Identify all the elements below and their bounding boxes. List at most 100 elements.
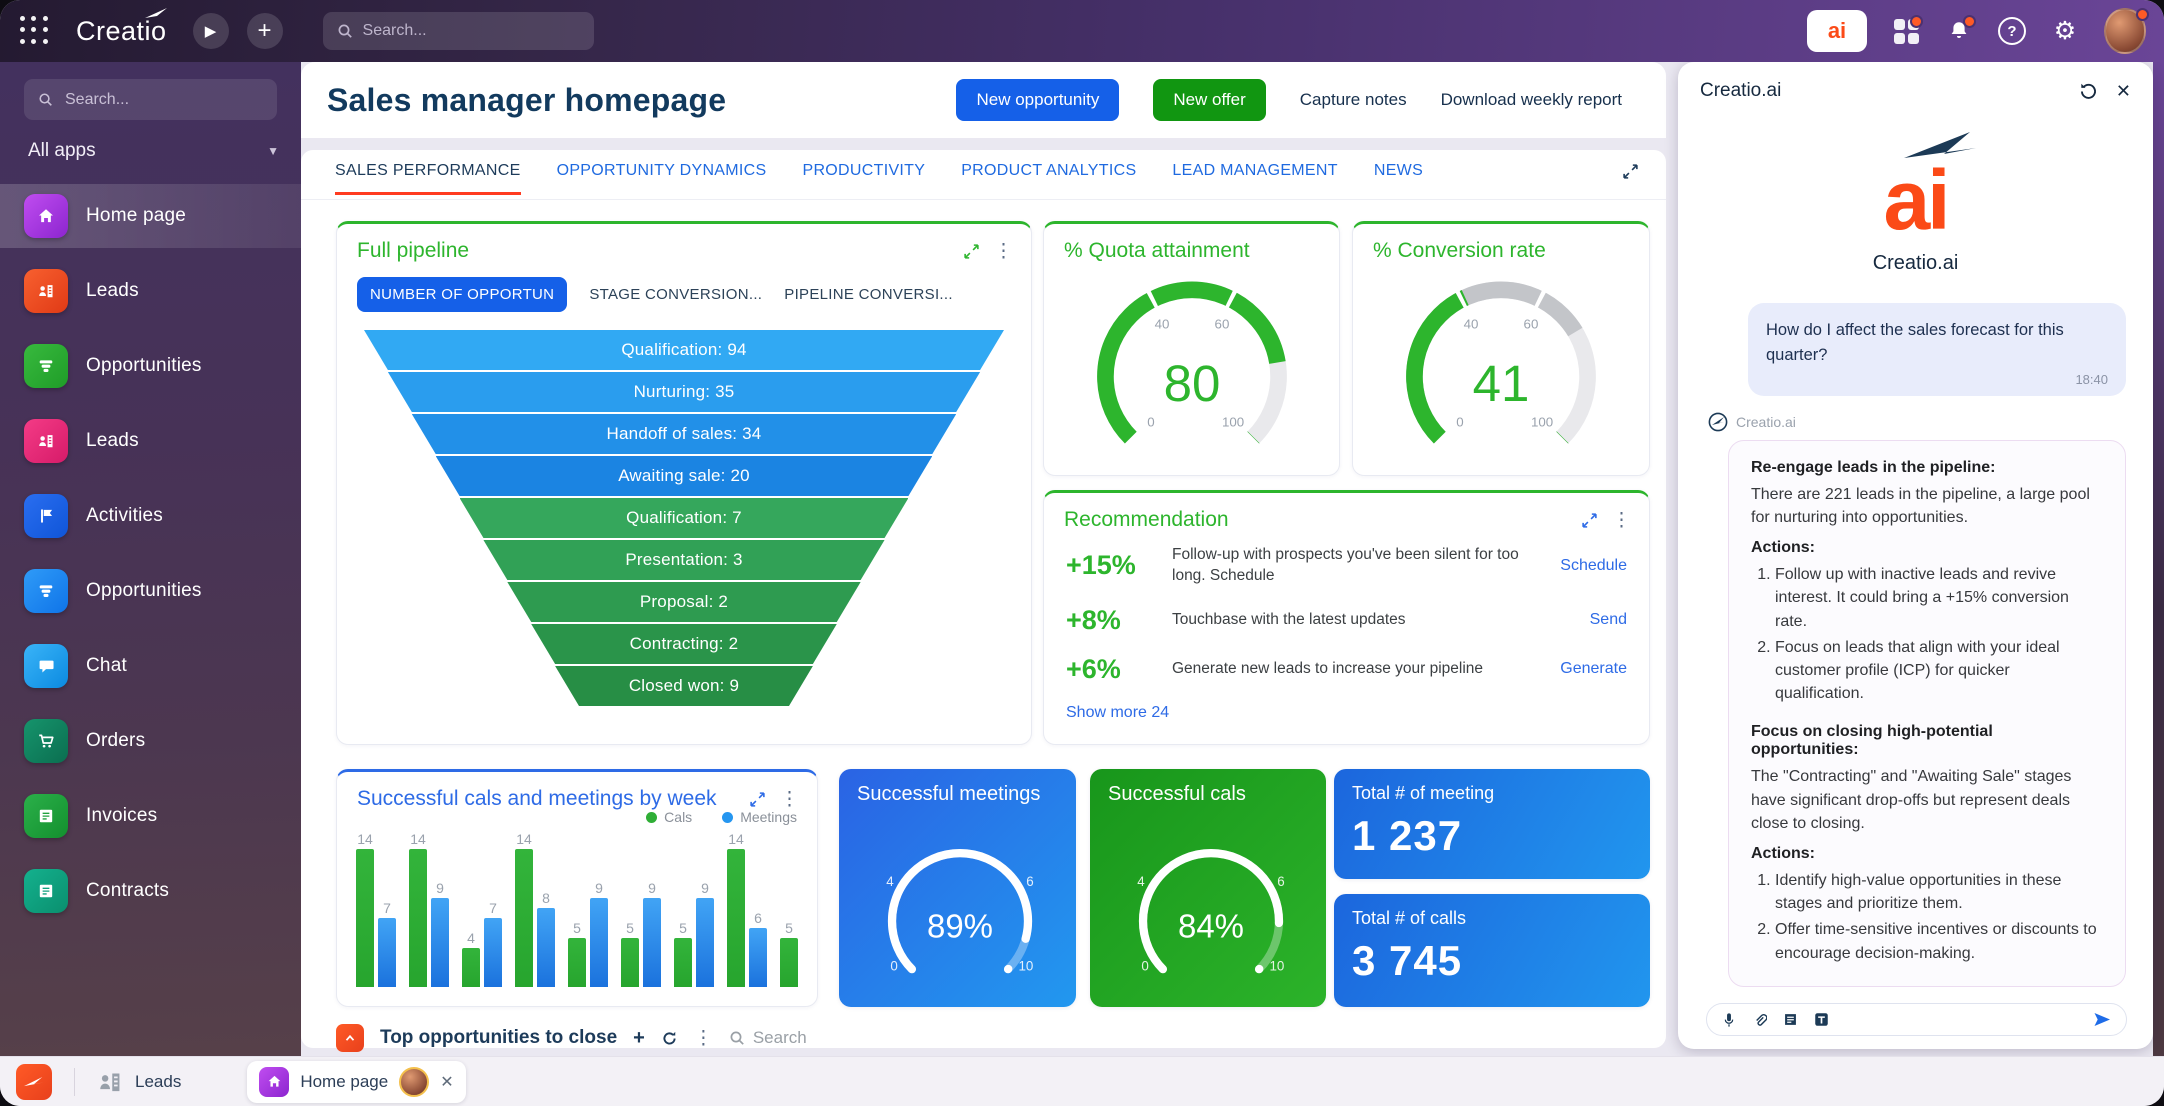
bottom-taskbar: Leads Home page ✕: [0, 1056, 2164, 1106]
close-tab-icon[interactable]: ✕: [440, 1072, 453, 1092]
pipeline-tab-number-of-opportunities[interactable]: NUMBER OF OPPORTUN: [357, 277, 567, 312]
pipeline-tab-pipeline-conversion[interactable]: PIPELINE CONVERSI...: [784, 286, 953, 303]
home-icon: [259, 1067, 289, 1097]
show-more-link[interactable]: Show more 24: [1066, 704, 1169, 721]
notifications-bell-icon[interactable]: [1945, 17, 1973, 45]
bar: [780, 938, 798, 987]
dashboard-tabs: SALES PERFORMANCE OPPORTUNITY DYNAMICS P…: [335, 162, 1423, 195]
response-list-item: Focus on leads that align with your idea…: [1775, 636, 2103, 706]
tab-productivity[interactable]: PRODUCTIVITY: [802, 162, 925, 195]
ai-message-input[interactable]: [1706, 1003, 2127, 1036]
sidebar-item-contracts[interactable]: Contracts: [0, 859, 301, 923]
run-process-button[interactable]: ▶: [193, 13, 229, 49]
sidebar-search-input[interactable]: Search...: [24, 79, 277, 120]
sidebar-item-label: Chat: [86, 655, 127, 677]
sidebar-item-orders[interactable]: Orders: [0, 709, 301, 773]
creatio-taskbar-logo[interactable]: [16, 1064, 52, 1100]
template-icon[interactable]: [1783, 1012, 1798, 1027]
taskbar-divider: [74, 1068, 75, 1096]
all-apps-selector[interactable]: All apps ▼: [28, 140, 279, 162]
sidebar-item-leads-2[interactable]: Leads: [0, 409, 301, 473]
download-weekly-report-button[interactable]: Download weekly report: [1441, 90, 1622, 110]
chat-bubble-icon: [24, 644, 68, 688]
bars-plot: 147149471485959591465: [353, 829, 801, 987]
sidebar-item-home-page[interactable]: Home page: [0, 184, 301, 248]
taskbar-tab-home-page[interactable]: Home page ✕: [247, 1061, 465, 1103]
marketplace-apps-icon[interactable]: [1892, 17, 1920, 45]
taskbar-tab-leads[interactable]: Leads: [97, 1069, 181, 1095]
bar: [696, 898, 714, 987]
bar: [727, 849, 745, 987]
invoice-icon: [24, 794, 68, 838]
recommendation-text: Generate new leads to increase your pipe…: [1172, 659, 1546, 680]
user-avatar[interactable]: [2104, 10, 2146, 52]
tab-opportunity-dynamics[interactable]: OPPORTUNITY DYNAMICS: [557, 162, 767, 195]
bar: [378, 918, 396, 987]
meetings-gauge: 4 6 0 10 89%: [857, 814, 1063, 985]
schedule-link[interactable]: Schedule: [1560, 557, 1627, 575]
full-pipeline-widget: Full pipeline ⋮ NUMBER OF OPPORTUN STAGE…: [336, 221, 1032, 745]
svg-text:0: 0: [890, 959, 897, 974]
help-icon[interactable]: ?: [1998, 17, 2026, 45]
expand-widget-icon[interactable]: [749, 791, 766, 808]
close-icon[interactable]: ✕: [2116, 81, 2131, 102]
svg-text:80: 80: [1163, 355, 1220, 412]
widget-menu-icon[interactable]: ⋮: [780, 790, 799, 809]
sidebar-item-opportunities[interactable]: Opportunities: [0, 334, 301, 398]
bar: [674, 938, 692, 987]
attachment-icon[interactable]: [1752, 1012, 1767, 1027]
new-offer-button[interactable]: New offer: [1153, 79, 1265, 121]
window-edge: [2153, 62, 2164, 1056]
send-link[interactable]: Send: [1590, 611, 1627, 629]
tab-sales-performance[interactable]: SALES PERFORMANCE: [335, 162, 521, 195]
expand-dashboard-icon[interactable]: [1622, 163, 1639, 185]
widget-menu-icon[interactable]: ⋮: [1612, 511, 1631, 530]
send-icon[interactable]: [2093, 1012, 2111, 1027]
app-launcher-icon[interactable]: [20, 16, 50, 46]
funnel-stage: Closed won: 9: [555, 666, 813, 706]
opportunities-search-input[interactable]: Search: [729, 1028, 807, 1048]
svg-text:0: 0: [1147, 414, 1154, 429]
expand-widget-icon[interactable]: [963, 243, 980, 260]
sidebar-item-activities[interactable]: Activities: [0, 484, 301, 548]
sidebar-item-invoices[interactable]: Invoices: [0, 784, 301, 848]
generate-link[interactable]: Generate: [1560, 660, 1627, 678]
reset-conversation-icon[interactable]: [2079, 82, 2098, 101]
quick-add-button[interactable]: +: [247, 13, 283, 49]
funnel-stage: Qualification: 94: [364, 330, 1004, 370]
search-icon: [729, 1030, 745, 1046]
leads-icon: [97, 1069, 123, 1095]
new-opportunity-button[interactable]: New opportunity: [956, 79, 1119, 121]
funnel-stage: Contracting: 2: [531, 624, 837, 664]
tab-product-analytics[interactable]: PRODUCT ANALYTICS: [961, 162, 1136, 195]
settings-gear-icon[interactable]: ⚙: [2051, 17, 2079, 45]
assistant-label: Creatio.ai: [1736, 414, 1796, 430]
refresh-icon[interactable]: [661, 1030, 678, 1047]
sidebar-item-label: Home page: [86, 205, 186, 227]
bar-value-label: 5: [626, 920, 634, 936]
microphone-icon[interactable]: [1722, 1012, 1736, 1028]
expand-widget-icon[interactable]: [1581, 512, 1598, 529]
global-search-input[interactable]: Search...: [323, 12, 594, 50]
sidebar-item-label: Opportunities: [86, 580, 202, 602]
tab-lead-management[interactable]: LEAD MANAGEMENT: [1172, 162, 1337, 195]
text-format-icon[interactable]: [1814, 1012, 1829, 1027]
capture-notes-button[interactable]: Capture notes: [1300, 90, 1407, 110]
section-menu-icon[interactable]: ⋮: [694, 1029, 713, 1048]
calls-meetings-chart-widget: Successful cals and meetings by week ⋮ C…: [336, 769, 818, 1007]
ai-brand-caption: Creatio.ai: [1678, 252, 2153, 275]
sidebar-item-leads[interactable]: Leads: [0, 259, 301, 323]
widget-menu-icon[interactable]: ⋮: [994, 242, 1013, 261]
tab-news[interactable]: NEWS: [1374, 162, 1423, 195]
bar-value-label: 9: [701, 880, 709, 896]
pipeline-tab-stage-conversion[interactable]: STAGE CONVERSION...: [589, 286, 762, 303]
add-record-button[interactable]: +: [633, 1027, 645, 1050]
bar-value-label: 5: [785, 920, 793, 936]
creatio-ai-button[interactable]: ai: [1807, 10, 1867, 52]
bar-value-label: 14: [516, 831, 532, 847]
sidebar-item-chat[interactable]: Chat: [0, 634, 301, 698]
bar-group: 149: [409, 831, 449, 987]
successful-meetings-card: Successful meetings 4 6 0 10 89%: [839, 769, 1076, 1007]
creatio-ai-avatar-icon: [1708, 412, 1728, 432]
sidebar-item-opportunities-2[interactable]: Opportunities: [0, 559, 301, 623]
